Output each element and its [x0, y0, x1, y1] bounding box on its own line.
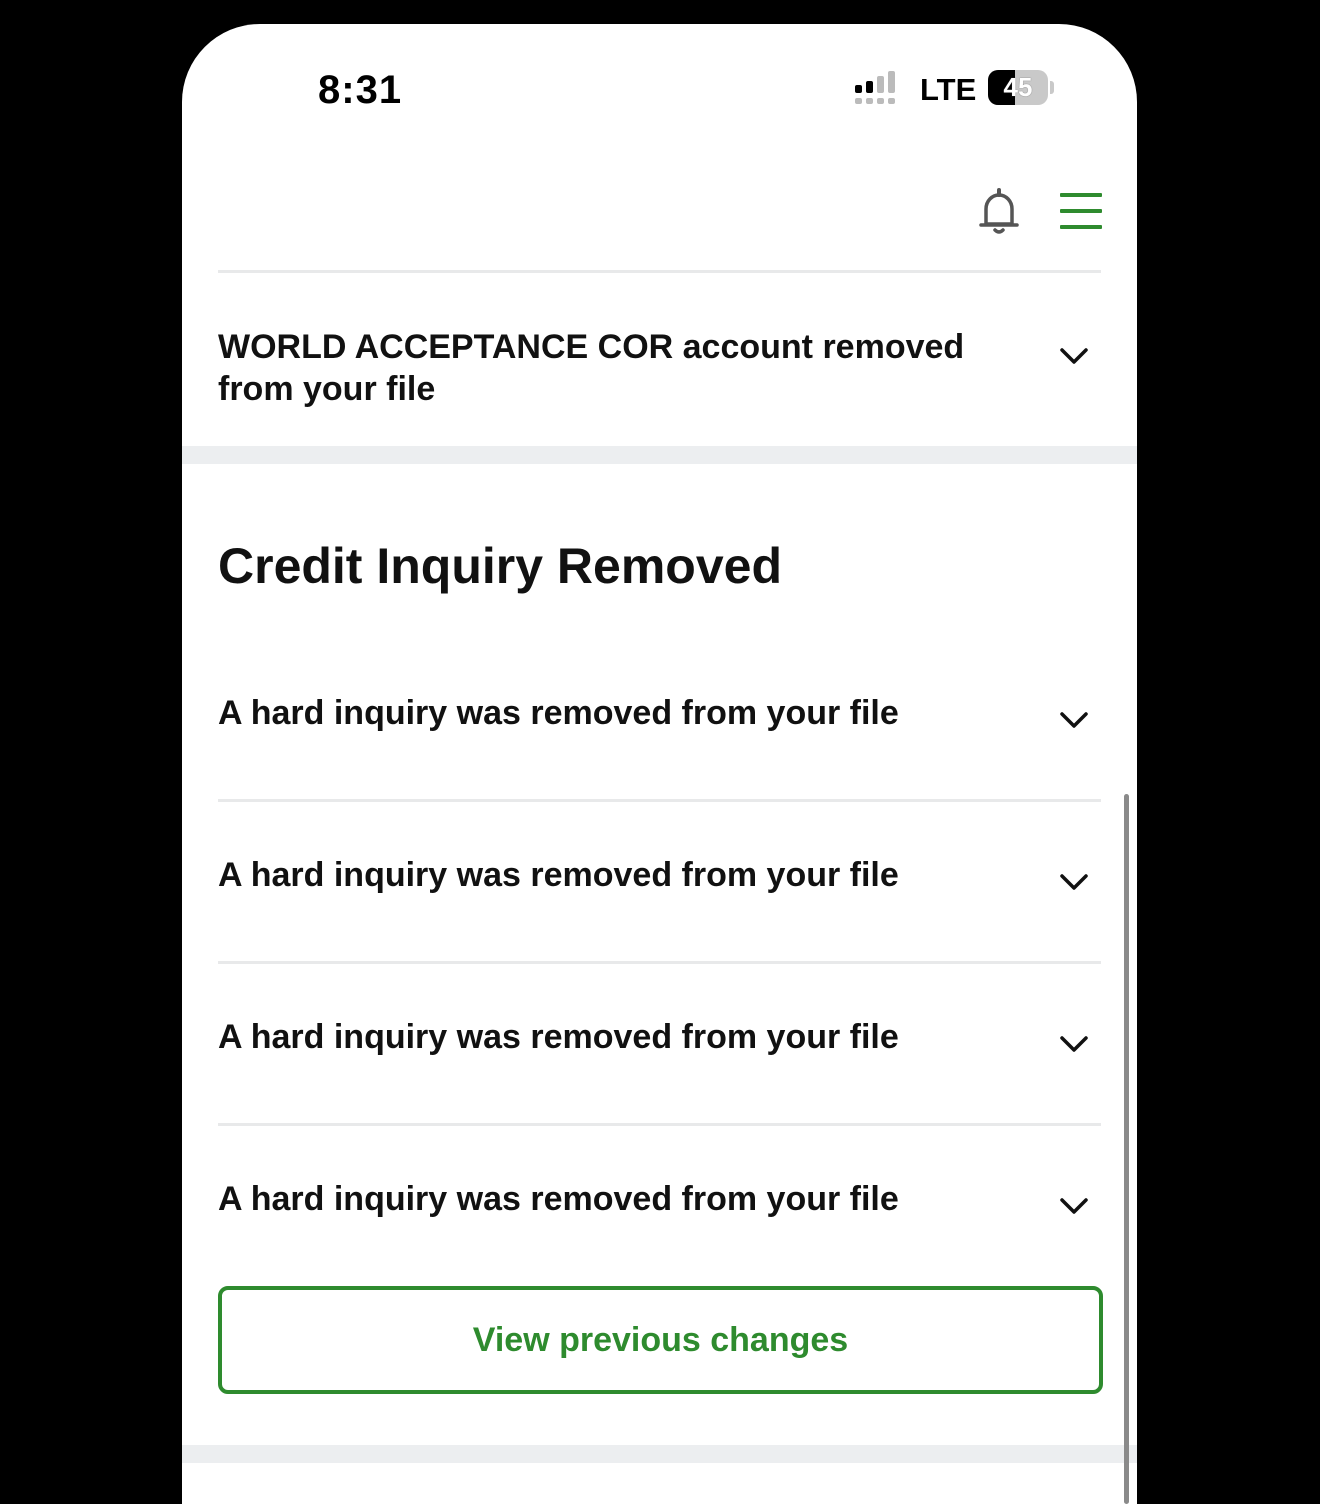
status-time: 8:31: [318, 68, 403, 112]
phone-screen: 8:31 LTE 45 WORLD ACCEPTANCE COR account…: [182, 24, 1137, 1504]
divider: [218, 961, 1101, 964]
divider: [218, 799, 1101, 802]
divider: [218, 270, 1101, 273]
cellular-signal-icon: [855, 71, 907, 105]
bell-icon[interactable]: [977, 188, 1021, 236]
chevron-down-icon: [1059, 346, 1089, 366]
battery-icon: 45: [988, 70, 1054, 106]
list-item-text: WORLD ACCEPTANCE COR account removed fro…: [218, 328, 965, 408]
menu-icon[interactable]: [1060, 191, 1104, 231]
section-separator: [182, 446, 1137, 464]
list-item-world-acceptance[interactable]: WORLD ACCEPTANCE COR account removed fro…: [218, 326, 1101, 416]
chevron-down-icon: [1059, 1034, 1089, 1054]
chevron-down-icon: [1059, 710, 1089, 730]
list-item-text: A hard inquiry was removed from your fil…: [218, 1180, 899, 1218]
scrollbar[interactable]: [1124, 794, 1129, 1504]
list-item-text: A hard inquiry was removed from your fil…: [218, 1018, 899, 1056]
list-item-text: A hard inquiry was removed from your fil…: [218, 694, 899, 732]
list-item[interactable]: A hard inquiry was removed from your fil…: [218, 1016, 1101, 1060]
divider: [218, 1123, 1101, 1126]
section-title: Credit Inquiry Removed: [218, 538, 782, 594]
list-item[interactable]: A hard inquiry was removed from your fil…: [218, 1178, 1101, 1222]
section-separator: [182, 1445, 1137, 1463]
list-item[interactable]: A hard inquiry was removed from your fil…: [218, 692, 1101, 736]
list-item-text: A hard inquiry was removed from your fil…: [218, 856, 899, 894]
battery-percent: 45: [1003, 72, 1033, 102]
list-item[interactable]: A hard inquiry was removed from your fil…: [218, 854, 1101, 898]
chevron-down-icon: [1059, 1196, 1089, 1216]
chevron-down-icon: [1059, 872, 1089, 892]
network-type: LTE: [920, 72, 977, 107]
view-previous-changes-button[interactable]: View previous changes: [218, 1286, 1103, 1394]
